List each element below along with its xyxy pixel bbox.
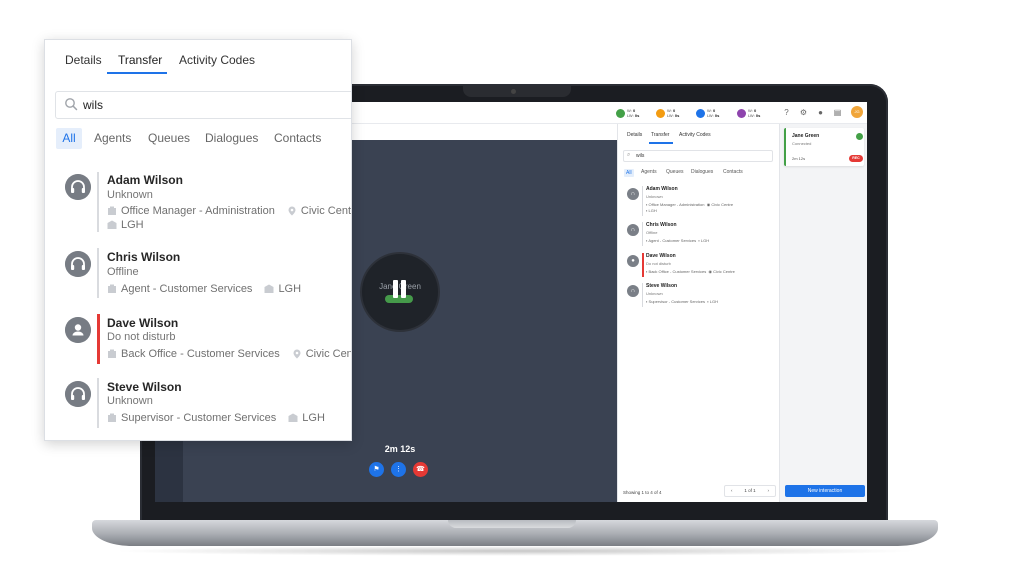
mini-transfer-panel: Details Transfer Activity Codes ⌕ wils A… [617,124,779,502]
chat-icon [656,108,665,118]
tab-activity-codes[interactable]: Activity Codes [179,53,255,67]
rec-badge: REC [849,155,863,162]
contact-role: Back Office - Customer Services [121,348,280,360]
gear-icon[interactable]: ⚙ [799,108,808,117]
contact-name: Chris Wilson [107,250,181,264]
laptop-shadow [110,546,920,556]
location-pin-icon [293,349,301,359]
active-tab-indicator [107,72,167,74]
filter-agents[interactable]: Agents [94,131,131,145]
mini-filter-agents[interactable]: Agents [641,169,657,175]
mini-filter-queues[interactable]: Queues [666,169,684,175]
page-indicator: 1 of 1 [744,488,756,493]
person-icon: ● [627,255,639,267]
headset-icon: ∩ [627,188,639,200]
contact-status: Offline [107,266,139,278]
camera-notch [463,86,571,97]
search-input[interactable] [83,95,343,115]
contact-site: LGH [302,412,325,424]
social-icon [737,108,746,118]
pause-icon[interactable] [389,280,409,300]
mini-search-input[interactable]: wils [623,150,773,162]
interactions-panel: Jane Green Connected 2m 12s REC New inte… [779,124,867,502]
contact-site: LGH [121,219,144,231]
email-icon [696,108,705,118]
notification-icon[interactable]: ▤ [833,108,842,117]
building-icon [108,349,116,358]
results-count: Showing 1 to 4 of 4 [623,490,662,495]
tab-details[interactable]: Details [65,53,102,67]
interaction-card[interactable]: Jane Green Connected 2m 12s REC [784,128,864,166]
building-icon [108,284,116,293]
filter-dialogues[interactable]: Dialogues [205,131,258,145]
contact-name: Steve Wilson [107,380,182,394]
contact-location: Civic Centre [305,348,352,360]
mini-tab-details[interactable]: Details [627,132,642,138]
keypad-icon[interactable]: ⋮ [391,462,406,477]
laptop-base-groove [448,520,576,528]
chevron-left-icon[interactable]: ‹ [731,486,733,496]
contact-name: Adam Wilson [107,173,183,187]
headset-icon: ∩ [627,285,639,297]
mini-filter-contacts[interactable]: Contacts [723,169,743,175]
stat-purple: W: 0 LW: 0s [737,107,760,119]
new-interaction-button[interactable]: New interaction [785,485,865,497]
building-icon [108,413,116,422]
help-icon[interactable]: ? [782,108,791,117]
bell-icon[interactable]: ● [816,108,825,117]
headset-icon [65,174,91,200]
headset-icon [65,251,91,277]
contact-status: Do not disturb [107,331,176,343]
mini-active-tab-indicator [649,142,673,144]
filter-queues[interactable]: Queues [148,131,190,145]
location-pin-icon [288,206,296,216]
person-icon [65,317,91,343]
contact-status: Unknown [107,189,153,201]
mini-tab-activity-codes[interactable]: Activity Codes [679,132,711,138]
search-icon [65,98,78,111]
contact-role: Office Manager - Administration [121,205,275,217]
contact-location: Civic Centre [300,205,351,217]
user-avatar[interactable]: JG [851,106,863,118]
call-timer: 2m 12s [384,444,416,454]
pagination: ‹ 1 of 1 › [724,485,776,497]
headset-icon: ∩ [627,224,639,236]
contact-role: Agent - Customer Services [121,283,253,295]
site-icon [107,220,117,229]
camera-icon [511,89,516,94]
site-icon [288,413,298,422]
contact-site: LGH [278,283,302,295]
dnd-indicator [97,314,100,364]
stat-blue: W: 0 LW: 0s [696,107,719,119]
flag-icon[interactable]: ⚑ [369,462,384,477]
hangup-icon[interactable]: ☎ [413,462,428,477]
mini-tab-transfer[interactable]: Transfer [651,132,669,138]
contact-role: Supervisor - Customer Services [121,412,277,424]
filter-all[interactable]: All [56,128,82,149]
stat-green: W: 0 LW: 0s [616,107,639,119]
mini-filter-dialogues[interactable]: Dialogues [691,169,713,175]
contact-status: Unknown [107,395,153,407]
chevron-right-icon[interactable]: › [768,486,770,496]
stat-orange: W: 0 LW: 0s [656,107,679,119]
headset-icon [65,381,91,407]
building-icon [108,206,116,215]
site-icon [264,284,274,293]
mini-filter-all[interactable]: All [624,169,634,177]
filter-contacts[interactable]: Contacts [274,131,321,145]
phone-icon [856,133,863,140]
tab-transfer[interactable]: Transfer [118,53,162,67]
contact-name: Dave Wilson [107,316,179,330]
phone-icon [616,108,625,118]
transfer-panel: Details Transfer Activity Codes All Agen… [44,39,352,441]
